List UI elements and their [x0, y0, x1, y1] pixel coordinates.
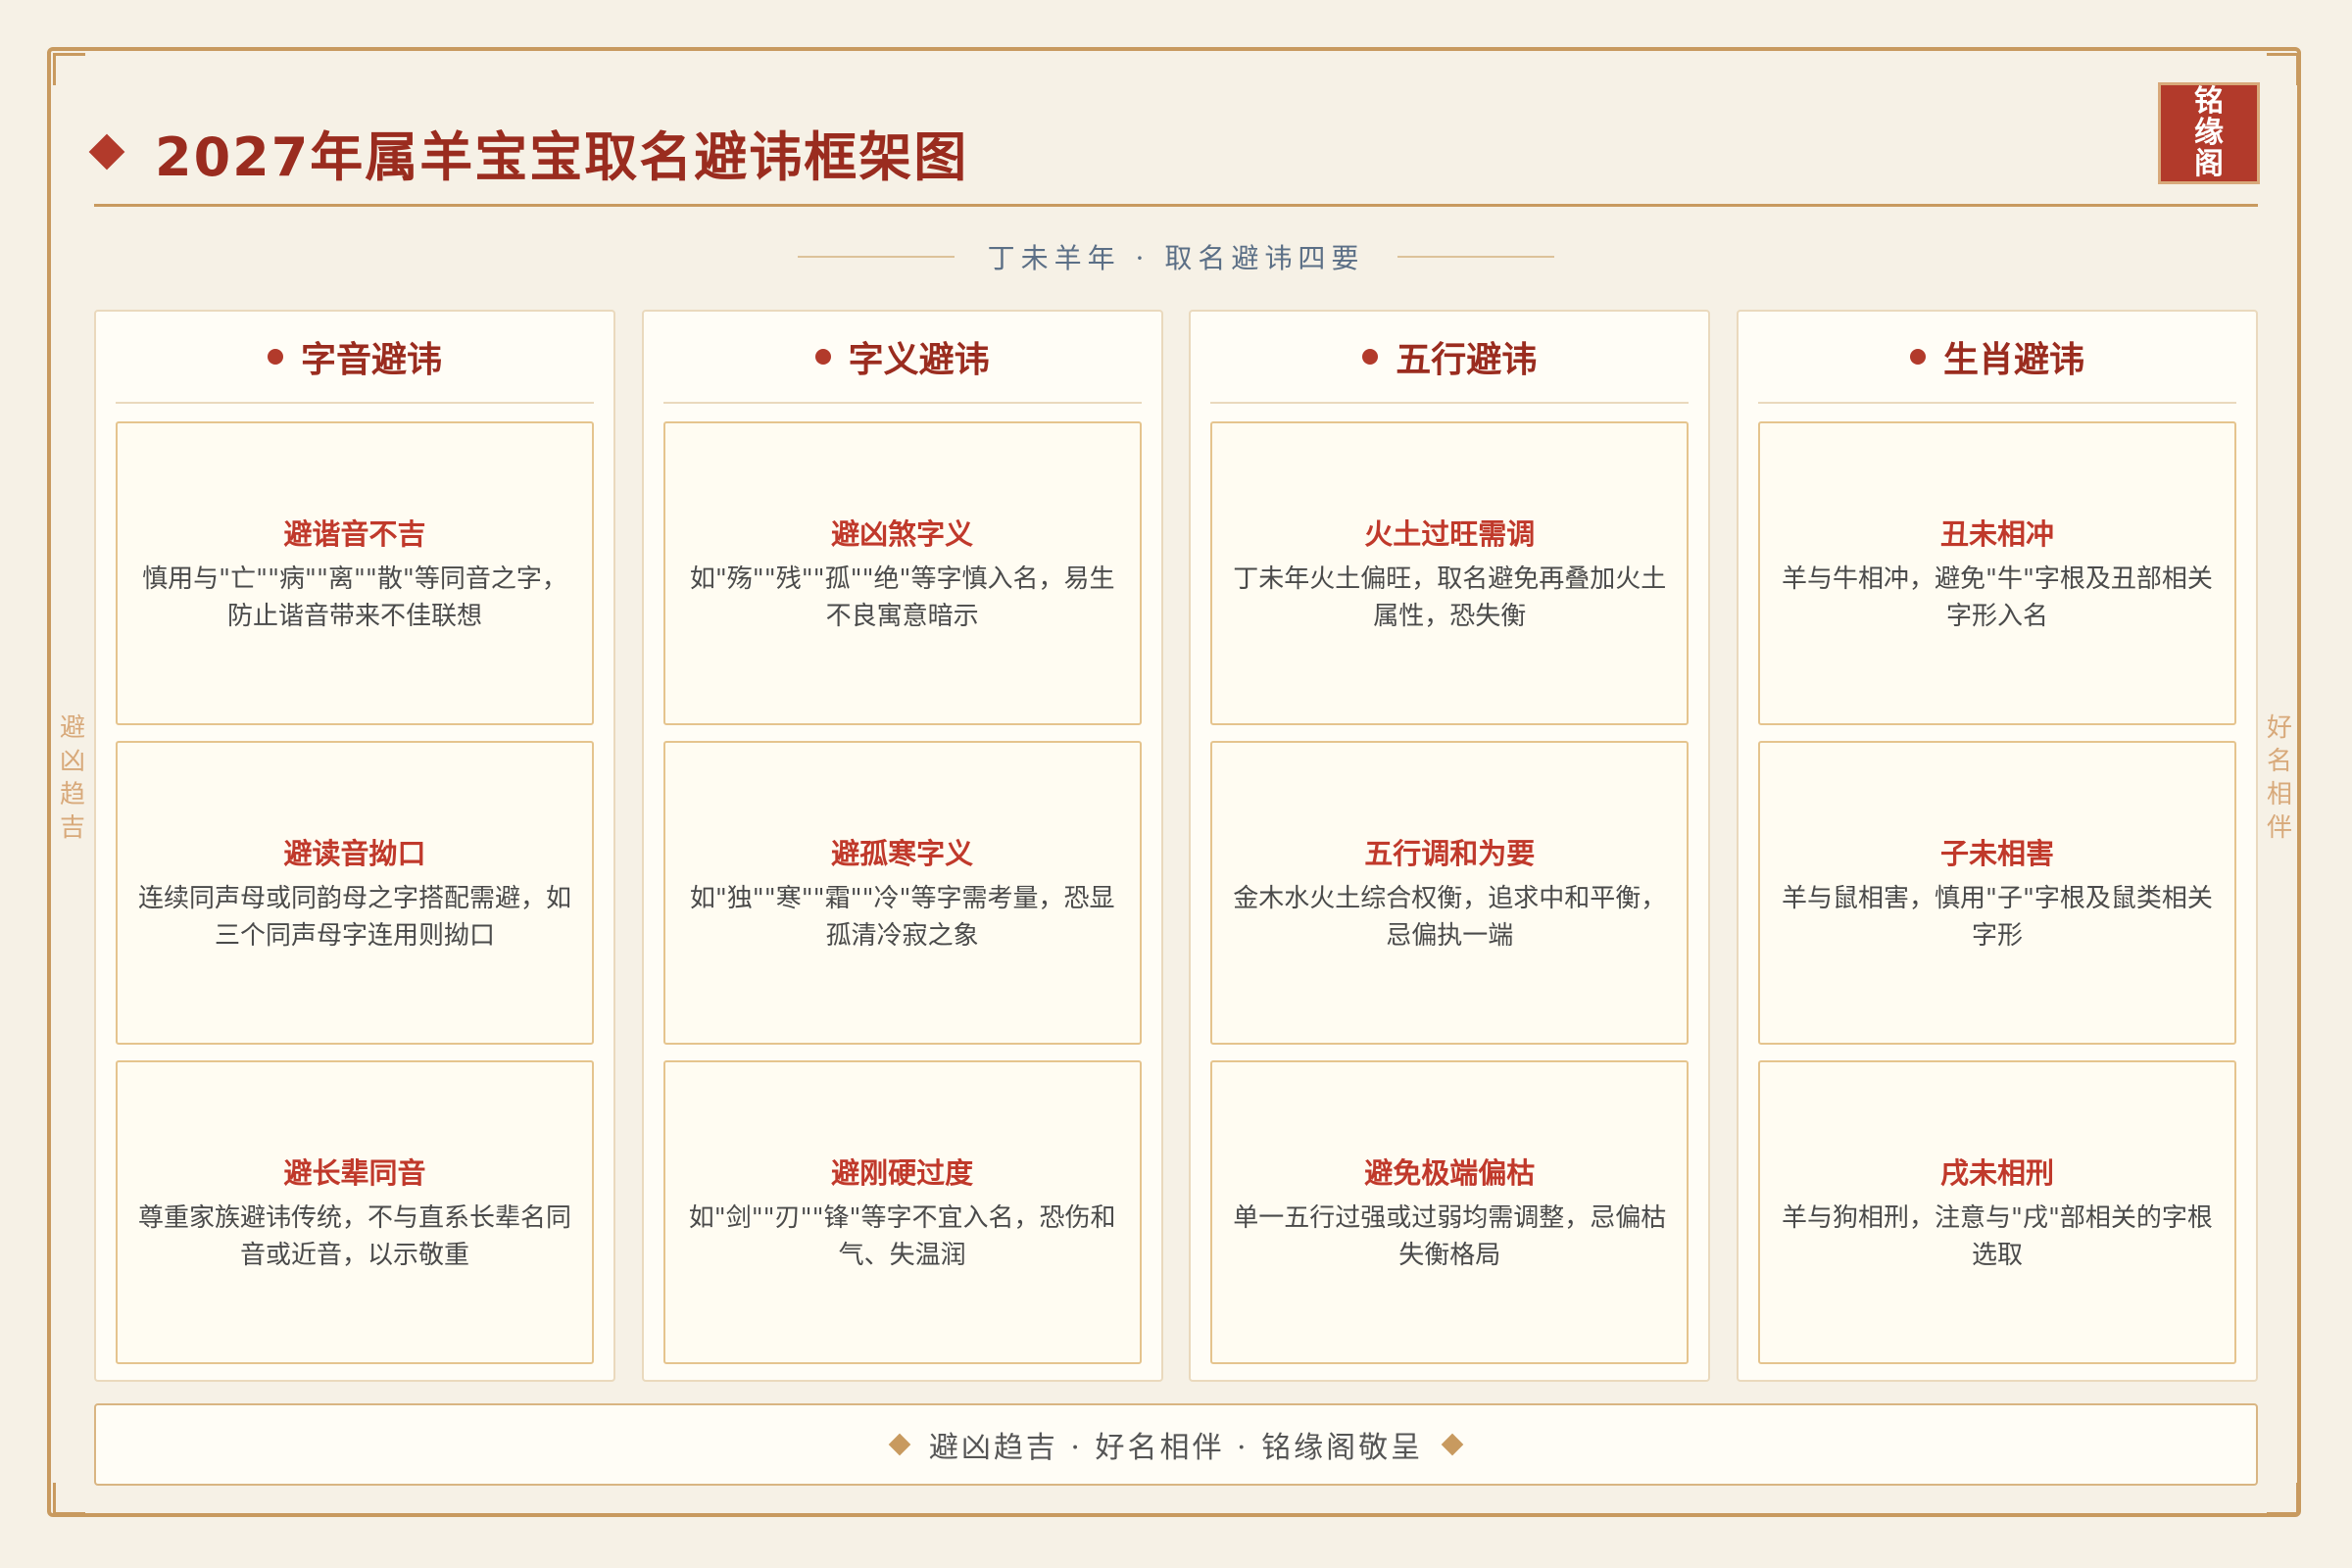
title-row: 2027年属羊宝宝取名避讳框架图: [88, 98, 2258, 206]
rule-card: 避刚硬过度 如"剑""刃""锋"等字不宜入名，恐伤和气、失温润: [662, 1060, 1142, 1364]
subtitle: 丁未羊年 · 取名避讳四要: [987, 242, 1365, 274]
corner-ornament: [53, 53, 85, 85]
column-zodiac-taboo: 生肖避讳 丑未相冲 羊与牛相冲，避免"牛"字根及丑部相关字形入名 子未相害 羊与…: [1736, 310, 2258, 1382]
card-list: 丑未相冲 羊与牛相冲，避免"牛"字根及丑部相关字形入名 子未相害 羊与鼠相害，慎…: [1757, 421, 2236, 1380]
column-sound-taboo: 字音避讳 避谐音不吉 慎用与"亡""病""离""散"等同音之字，防止谐音带来不佳…: [94, 310, 615, 1382]
bullet-dot-icon: [1362, 349, 1379, 365]
card-title: 戌未相刑: [1939, 1156, 2054, 1190]
rule-card: 避凶煞字义 如"殇""残""孤""绝"等字慎入名，易生不良寓意暗示: [662, 421, 1142, 725]
title-divider: [94, 204, 2258, 207]
column-title: 字音避讳: [300, 340, 442, 380]
rule-card: 避读音拗口 连续同声母或同韵母之字搭配需避，如三个同声母字连用则拗口: [116, 741, 594, 1045]
card-title: 避谐音不吉: [283, 517, 426, 551]
card-title: 避刚硬过度: [831, 1156, 974, 1190]
card-list: 避凶煞字义 如"殇""残""孤""绝"等字慎入名，易生不良寓意暗示 避孤寒字义 …: [662, 421, 1142, 1380]
column-header: 字音避讳: [116, 312, 594, 404]
diamond-icon: [88, 133, 125, 171]
footer-banner: 避凶趋吉 · 好名相伴 · 铭缘阁敬呈: [94, 1403, 2258, 1486]
column-title: 生肖避讳: [1942, 340, 2084, 380]
card-text: 如"独""寒""霜""冷"等字需考量，恐显孤清冷寂之象: [689, 884, 1115, 951]
card-title: 避读音拗口: [283, 837, 426, 870]
card-text: 如"殇""残""孤""绝"等字慎入名，易生不良寓意暗示: [689, 564, 1115, 631]
side-char: 凶: [59, 747, 85, 776]
card-list: 火土过旺需调 丁未年火土偏旺，取名避免再叠加火土属性，恐失衡 五行调和为要 金木…: [1210, 421, 1690, 1380]
seal-char: 缘: [2194, 116, 2224, 150]
diamond-icon: [888, 1433, 911, 1456]
rule-card: 丑未相冲 羊与牛相冲，避免"牛"字根及丑部相关字形入名: [1757, 421, 2236, 725]
rule-card: 避谐音不吉 慎用与"亡""病""离""散"等同音之字，防止谐音带来不佳联想: [116, 421, 594, 725]
card-text: 羊与狗相刑，注意与"戌"部相关的字根选取: [1782, 1203, 2213, 1270]
column-meaning-taboo: 字义避讳 避凶煞字义 如"殇""残""孤""绝"等字慎入名，易生不良寓意暗示 避…: [641, 310, 1163, 1382]
card-list: 避谐音不吉 慎用与"亡""病""离""散"等同音之字，防止谐音带来不佳联想 避读…: [116, 421, 594, 1380]
corner-ornament: [53, 1483, 85, 1515]
side-char: 相: [2266, 780, 2292, 809]
seal-stamp: 铭 缘 阁: [2158, 82, 2260, 184]
page-title: 2027年属羊宝宝取名避讳框架图: [155, 125, 969, 188]
rule-card: 五行调和为要 金木水火土综合权衡，追求中和平衡，忌偏执一端: [1210, 741, 1690, 1045]
card-text: 尊重家族避讳传统，不与直系长辈名同音或近音，以示敬重: [137, 1203, 571, 1270]
side-char: 趋: [59, 780, 85, 809]
side-char: 避: [59, 713, 85, 743]
card-text: 如"剑""刃""锋"等字不宜入名，恐伤和气、失温润: [688, 1203, 1116, 1270]
card-title: 避免极端偏枯: [1364, 1156, 1536, 1190]
subtitle-line-right: [1397, 256, 1555, 258]
subtitle-row: 丁未羊年 · 取名避讳四要: [0, 235, 2352, 278]
footer-text: 避凶趋吉 · 好名相伴 · 铭缘阁敬呈: [928, 1431, 1424, 1465]
corner-ornament: [2267, 53, 2299, 85]
corner-ornament: [2267, 1483, 2299, 1515]
column-header: 生肖避讳: [1757, 312, 2236, 404]
side-char: 吉: [59, 813, 85, 843]
rule-card: 子未相害 羊与鼠相害，慎用"子"字根及鼠类相关字形: [1757, 741, 2236, 1045]
bullet-dot-icon: [267, 349, 283, 365]
card-text: 羊与鼠相害，慎用"子"字根及鼠类相关字形: [1782, 884, 2213, 951]
rule-card: 避免极端偏枯 单一五行过强或过弱均需调整，忌偏枯失衡格局: [1210, 1060, 1690, 1364]
rule-card: 火土过旺需调 丁未年火土偏旺，取名避免再叠加火土属性，恐失衡: [1210, 421, 1690, 725]
card-text: 连续同声母或同韵母之字搭配需避，如三个同声母字连用则拗口: [137, 884, 571, 951]
side-label-right: 好 名 相 伴: [2260, 711, 2299, 845]
subtitle-line-left: [797, 256, 955, 258]
card-text: 单一五行过强或过弱均需调整，忌偏枯失衡格局: [1233, 1203, 1667, 1270]
bullet-dot-icon: [1909, 349, 1926, 365]
column-title: 五行避讳: [1396, 340, 1538, 380]
rule-card: 避长辈同音 尊重家族避讳传统，不与直系长辈名同音或近音，以示敬重: [116, 1060, 594, 1364]
side-char: 伴: [2266, 813, 2292, 843]
card-title: 避长辈同音: [283, 1156, 426, 1190]
column-header: 字义避讳: [662, 312, 1142, 404]
card-title: 丑未相冲: [1939, 517, 2054, 551]
category-columns: 字音避讳 避谐音不吉 慎用与"亡""病""离""散"等同音之字，防止谐音带来不佳…: [94, 310, 2258, 1382]
rule-card: 避孤寒字义 如"独""寒""霜""冷"等字需考量，恐显孤清冷寂之象: [662, 741, 1142, 1045]
card-title: 避凶煞字义: [831, 517, 974, 551]
column-header: 五行避讳: [1210, 312, 1690, 404]
side-label-left: 避 凶 趋 吉: [53, 711, 92, 845]
bullet-dot-icon: [814, 349, 831, 365]
card-title: 避孤寒字义: [831, 837, 974, 870]
rule-card: 戌未相刑 羊与狗相刑，注意与"戌"部相关的字根选取: [1757, 1060, 2236, 1364]
side-char: 好: [2266, 713, 2292, 743]
card-text: 丁未年火土偏旺，取名避免再叠加火土属性，恐失衡: [1233, 564, 1667, 631]
seal-char: 铭: [2194, 84, 2224, 119]
column-title: 字义避讳: [848, 340, 990, 380]
side-char: 名: [2266, 747, 2292, 776]
card-text: 慎用与"亡""病""离""散"等同音之字，防止谐音带来不佳联想: [142, 564, 567, 631]
diamond-icon: [1441, 1433, 1464, 1456]
card-title: 子未相害: [1939, 837, 2054, 870]
card-text: 羊与牛相冲，避免"牛"字根及丑部相关字形入名: [1782, 564, 2213, 631]
seal-char: 阁: [2194, 147, 2224, 181]
card-title: 火土过旺需调: [1364, 517, 1536, 551]
card-title: 五行调和为要: [1364, 837, 1536, 870]
card-text: 金木水火土综合权衡，追求中和平衡，忌偏执一端: [1233, 884, 1667, 951]
column-five-elements-taboo: 五行避讳 火土过旺需调 丁未年火土偏旺，取名避免再叠加火土属性，恐失衡 五行调和…: [1189, 310, 1711, 1382]
